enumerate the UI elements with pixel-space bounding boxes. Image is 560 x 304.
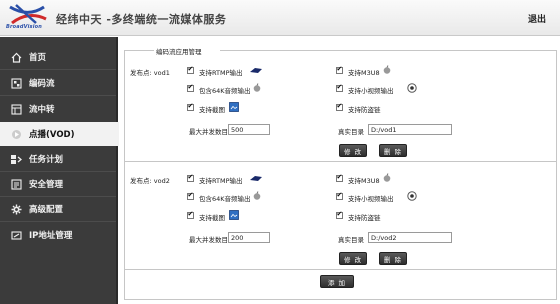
audio64k-label: 包含64K音频输出: [199, 195, 251, 203]
sidebar-item-advanced[interactable]: 高级配置: [0, 197, 116, 221]
sidebar-item-home[interactable]: 首页: [0, 45, 116, 69]
main-content: 编码流应用管理 发布点: vod1 支持RTMP输出 支持M3U8 包含64K音…: [120, 37, 560, 304]
anti-leech-label: 支持防盗链: [348, 106, 381, 114]
flash-icon: [250, 68, 262, 73]
delete-button[interactable]: 删 除: [379, 252, 407, 265]
modify-button[interactable]: 修 改: [339, 144, 367, 157]
max-concurrent-input[interactable]: [228, 124, 270, 135]
apple-icon: [383, 65, 391, 74]
app-title: 经纬中天 -多终端统一流媒体服务: [56, 13, 227, 26]
m3u8-checkbox[interactable]: [336, 65, 343, 74]
delete-button[interactable]: 删 除: [379, 144, 407, 157]
m3u8-label: 支持M3U8: [348, 177, 380, 185]
real-dir-input[interactable]: [368, 124, 452, 135]
divider: [124, 50, 154, 51]
m3u8-label: 支持M3U8: [348, 69, 380, 77]
max-concurrent-label: 最大并发数目: [189, 128, 228, 136]
relay-icon: [10, 103, 22, 115]
rtmp-checkbox[interactable]: [187, 173, 194, 182]
sidebar-item-label: 高级配置: [29, 205, 64, 215]
anti-leech-checkbox[interactable]: [336, 210, 343, 219]
audio64k-checkbox[interactable]: [187, 191, 194, 200]
flash-icon: [250, 176, 262, 181]
add-button[interactable]: 添 加: [320, 275, 354, 288]
small-video-checkbox[interactable]: [336, 191, 343, 200]
audio64k-label: 包含64K音频输出: [199, 87, 251, 95]
logo-text: BroadVision: [6, 24, 43, 30]
rtmp-checkbox[interactable]: [187, 65, 194, 74]
sidebar-item-ip-address[interactable]: IP地址管理: [0, 223, 116, 247]
play-circle-icon: [407, 83, 417, 93]
audio64k-checkbox[interactable]: [187, 83, 194, 92]
divider: [124, 50, 125, 300]
vod-icon: [10, 128, 22, 140]
rtmp-label: 支持RTMP输出: [199, 69, 243, 77]
modify-button[interactable]: 修 改: [339, 252, 367, 265]
logout-button[interactable]: 退出: [528, 12, 546, 25]
small-video-label: 支持小视频输出: [348, 195, 394, 203]
apple-icon: [383, 173, 391, 182]
security-icon: [10, 178, 22, 190]
apple-icon: [253, 83, 261, 92]
divider: [0, 69, 116, 70]
divider: [124, 161, 557, 162]
m3u8-checkbox[interactable]: [336, 173, 343, 182]
ip-address-icon: [10, 229, 22, 241]
sidebar-item-label: 点播(VOD): [29, 130, 75, 140]
real-dir-label: 真实目录: [338, 128, 364, 136]
divider: [0, 221, 116, 222]
divider: [0, 95, 116, 96]
gear-icon: [10, 203, 22, 215]
picture-icon: [229, 210, 239, 220]
publish-point-label: 发布点: vod2: [130, 177, 170, 185]
picture-icon: [229, 102, 239, 112]
snapshot-checkbox[interactable]: [187, 210, 194, 219]
apple-icon: [253, 191, 261, 200]
publish-point-label: 发布点: vod1: [130, 69, 170, 77]
home-icon: [10, 51, 22, 63]
sidebar-item-relay[interactable]: 流中转: [0, 97, 116, 121]
encode-stream-icon: [10, 77, 22, 89]
sidebar-item-label: 任务计划: [29, 155, 64, 165]
sidebar-item-encode-stream[interactable]: 编码流: [0, 71, 116, 95]
sidebar-item-label: 首页: [29, 53, 47, 63]
small-video-label: 支持小视频输出: [348, 87, 394, 95]
max-concurrent-label: 最大并发数目: [189, 236, 228, 244]
sidebar-item-vod[interactable]: 点播(VOD): [0, 122, 119, 146]
sidebar-item-label: IP地址管理: [29, 231, 73, 241]
snapshot-label: 支持截图: [199, 106, 225, 114]
real-dir-input[interactable]: [368, 232, 452, 243]
header: BroadVision 经纬中天 -多终端统一流媒体服务 退出: [0, 0, 560, 36]
sidebar: 首页 编码流 流中转 点播(VOD) 任务计划 安全管理 高级配置 IP地址管理: [0, 37, 119, 304]
divider: [220, 50, 556, 51]
max-concurrent-input[interactable]: [228, 232, 270, 243]
divider: [556, 50, 557, 300]
sidebar-item-security[interactable]: 安全管理: [0, 172, 116, 196]
divider: [124, 269, 557, 270]
sidebar-item-label: 安全管理: [29, 180, 64, 190]
divider: [124, 299, 557, 300]
sidebar-item-schedule[interactable]: 任务计划: [0, 147, 116, 171]
anti-leech-label: 支持防盗链: [348, 214, 381, 222]
sidebar-item-label: 编码流: [29, 79, 55, 89]
real-dir-label: 真实目录: [338, 236, 364, 244]
sidebar-item-label: 流中转: [29, 105, 55, 115]
snapshot-label: 支持截图: [199, 214, 225, 222]
small-video-checkbox[interactable]: [336, 83, 343, 92]
rtmp-label: 支持RTMP输出: [199, 177, 243, 185]
snapshot-checkbox[interactable]: [187, 102, 194, 111]
schedule-icon: [10, 153, 22, 165]
section-title: 编码流应用管理: [156, 48, 202, 56]
play-circle-icon: [407, 191, 417, 201]
anti-leech-checkbox[interactable]: [336, 102, 343, 111]
